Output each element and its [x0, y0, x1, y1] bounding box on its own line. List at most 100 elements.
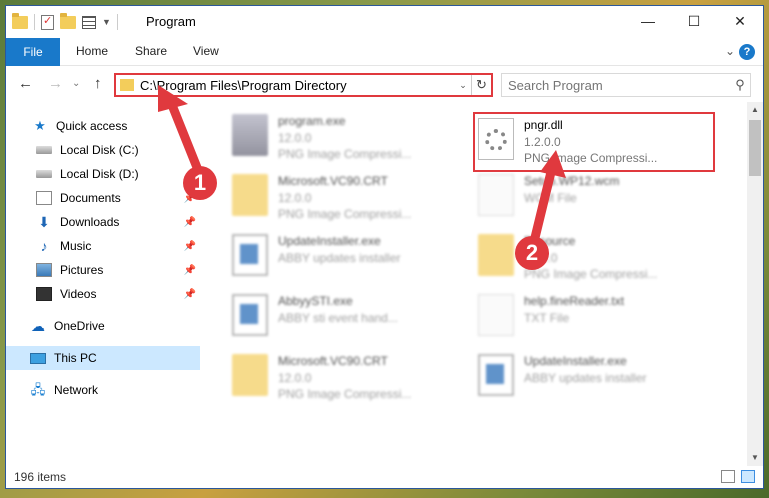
file-description: ABBY sti event hand...: [278, 311, 398, 325]
details-view-icon[interactable]: [721, 470, 735, 483]
file-description: PNG Image Compressi...: [278, 147, 412, 161]
pictures-icon: [36, 263, 52, 277]
file-name: Microsoft.VC90.CRT: [278, 354, 388, 368]
sidebar-item-pictures[interactable]: Pictures 📌: [6, 258, 200, 282]
file-description: PNG Image Compressi...: [278, 207, 412, 221]
address-dropdown-chevron-icon[interactable]: ⌄: [455, 80, 471, 91]
minimize-button[interactable]: —: [625, 6, 671, 36]
sidebar-item-label: Quick access: [56, 119, 128, 133]
music-icon: ♪: [40, 238, 48, 254]
file-item[interactable]: Microsoft.VC90.CRT 12.0.0 PNG Image Comp…: [228, 350, 458, 401]
sidebar-item-label: Network: [54, 383, 99, 397]
address-path[interactable]: C:\Program Files\Program Directory: [140, 78, 455, 93]
tab-share[interactable]: Share: [135, 44, 167, 58]
scrollbar-thumb[interactable]: [749, 120, 761, 176]
file-item[interactable]: UpdateInstaller.exe ABBY updates install…: [474, 350, 704, 400]
sidebar-item-local-disk-c[interactable]: Local Disk (C:): [6, 138, 200, 162]
close-button[interactable]: ✕: [717, 6, 763, 36]
file-name: help.fineReader.txt: [524, 294, 625, 308]
pin-icon[interactable]: 📌: [184, 217, 196, 228]
back-button[interactable]: ←: [18, 75, 33, 92]
scroll-up-arrow-icon[interactable]: ▲: [747, 102, 763, 118]
file-item[interactable]: Resource 12.0.0 PNG Image Compressi...: [474, 230, 704, 281]
step-badge-1: 1: [183, 166, 217, 200]
file-list: program.exe 12.0.0 PNG Image Compressi..…: [206, 102, 747, 466]
sidebar-item-label: Music: [60, 239, 92, 253]
download-icon: ⬇: [38, 214, 50, 230]
document-icon: [478, 294, 514, 336]
file-item[interactable]: UpdateInstaller.exe ABBY updates install…: [228, 230, 458, 280]
recent-locations-chevron-icon[interactable]: ⌄: [72, 78, 80, 89]
folder-icon: [232, 174, 268, 216]
pin-icon[interactable]: 📌: [184, 289, 196, 300]
file-explorer-window: ▼ Program — ☐ ✕ File Home Share View ⌄ ?…: [5, 5, 764, 489]
forward-button[interactable]: →: [48, 75, 63, 92]
pin-icon[interactable]: 📌: [184, 265, 196, 276]
refresh-button[interactable]: ↻: [471, 75, 491, 95]
sidebar-item-label: OneDrive: [54, 319, 105, 333]
file-description: PNG Image Compressi...: [524, 267, 658, 281]
document-icon: [478, 174, 514, 216]
properties-icon[interactable]: [41, 14, 54, 30]
sidebar-item-local-disk-d[interactable]: Local Disk (D:): [6, 162, 200, 186]
vertical-scrollbar[interactable]: ▲ ▼: [747, 102, 763, 466]
installer-icon: [478, 354, 514, 396]
file-name: UpdateInstaller.exe: [524, 354, 627, 368]
file-name: Setup.WP12.wcm: [524, 174, 620, 188]
up-button[interactable]: ↑: [94, 75, 102, 92]
file-item[interactable]: AbbyySTI.exe ABBY sti event hand...: [228, 290, 458, 340]
window-title: Program: [146, 14, 196, 29]
customize-toolbar-icon[interactable]: ▼: [102, 17, 111, 27]
search-icon[interactable]: ⚲: [730, 77, 750, 93]
folder-icon: [120, 79, 134, 91]
file-item[interactable]: program.exe 12.0.0 PNG Image Compressi..…: [228, 110, 458, 161]
sidebar-item-music[interactable]: ♪ Music 📌: [6, 234, 200, 258]
sidebar-item-downloads[interactable]: ⬇ Downloads 📌: [6, 210, 200, 234]
file-version: 12.0.0: [278, 191, 312, 205]
exe-icon: [232, 114, 268, 156]
file-item[interactable]: Setup.WP12.wcm WCM File: [474, 170, 704, 220]
folder-icon: [232, 354, 268, 396]
scroll-down-arrow-icon[interactable]: ▼: [747, 450, 763, 466]
disk-icon: [36, 146, 52, 154]
file-name: AbbyySTI.exe: [278, 294, 353, 308]
help-icon[interactable]: ?: [739, 44, 755, 60]
tab-file[interactable]: File: [6, 38, 60, 66]
sidebar-item-label: This PC: [54, 351, 97, 365]
sidebar-item-label: Videos: [60, 287, 97, 301]
sidebar-item-this-pc[interactable]: This PC: [6, 346, 200, 370]
address-bar[interactable]: C:\Program Files\Program Directory ⌄ ↻: [114, 73, 493, 97]
file-item[interactable]: help.fineReader.txt TXT File: [474, 290, 704, 340]
file-item[interactable]: Microsoft.VC90.CRT 12.0.0 PNG Image Comp…: [228, 170, 458, 221]
view-toggle: [721, 470, 755, 483]
file-type: TXT File: [524, 311, 570, 325]
step-badge-2: 2: [515, 236, 549, 270]
toolbar-divider: [116, 14, 118, 30]
tab-home[interactable]: Home: [76, 44, 108, 58]
maximize-button[interactable]: ☐: [671, 6, 717, 36]
sidebar-item-documents[interactable]: Documents 📌: [6, 186, 200, 210]
file-name: Microsoft.VC90.CRT: [278, 174, 388, 188]
status-bar: 196 items: [6, 466, 763, 488]
file-description: ABBY updates installer: [278, 251, 401, 265]
installer-icon: [232, 234, 268, 276]
cloud-icon: ☁: [31, 318, 45, 334]
ribbon: File Home Share View ⌄ ?: [6, 38, 763, 66]
pin-icon[interactable]: 📌: [184, 241, 196, 252]
large-icons-view-icon[interactable]: [741, 470, 755, 483]
tab-view[interactable]: View: [193, 44, 219, 58]
toolbar-divider: [34, 14, 35, 30]
new-folder-icon[interactable]: [60, 12, 76, 29]
file-version: 12.0.0: [278, 371, 312, 385]
sidebar-item-videos[interactable]: Videos 📌: [6, 282, 200, 306]
expand-ribbon-chevron-icon[interactable]: ⌄: [725, 44, 735, 58]
sidebar-item-onedrive[interactable]: ☁ OneDrive: [6, 314, 200, 338]
search-input[interactable]: [508, 77, 730, 93]
search-box[interactable]: ⚲: [501, 73, 751, 97]
title-bar: ▼ Program — ☐ ✕: [6, 6, 763, 38]
sidebar-item-quick-access[interactable]: ★ Quick access: [6, 114, 200, 138]
view-options-icon[interactable]: [82, 15, 96, 29]
pc-icon: [30, 352, 46, 364]
file-description: PNG Image Compressi...: [278, 387, 412, 401]
sidebar-item-network[interactable]: 🖧 Network: [6, 378, 200, 402]
